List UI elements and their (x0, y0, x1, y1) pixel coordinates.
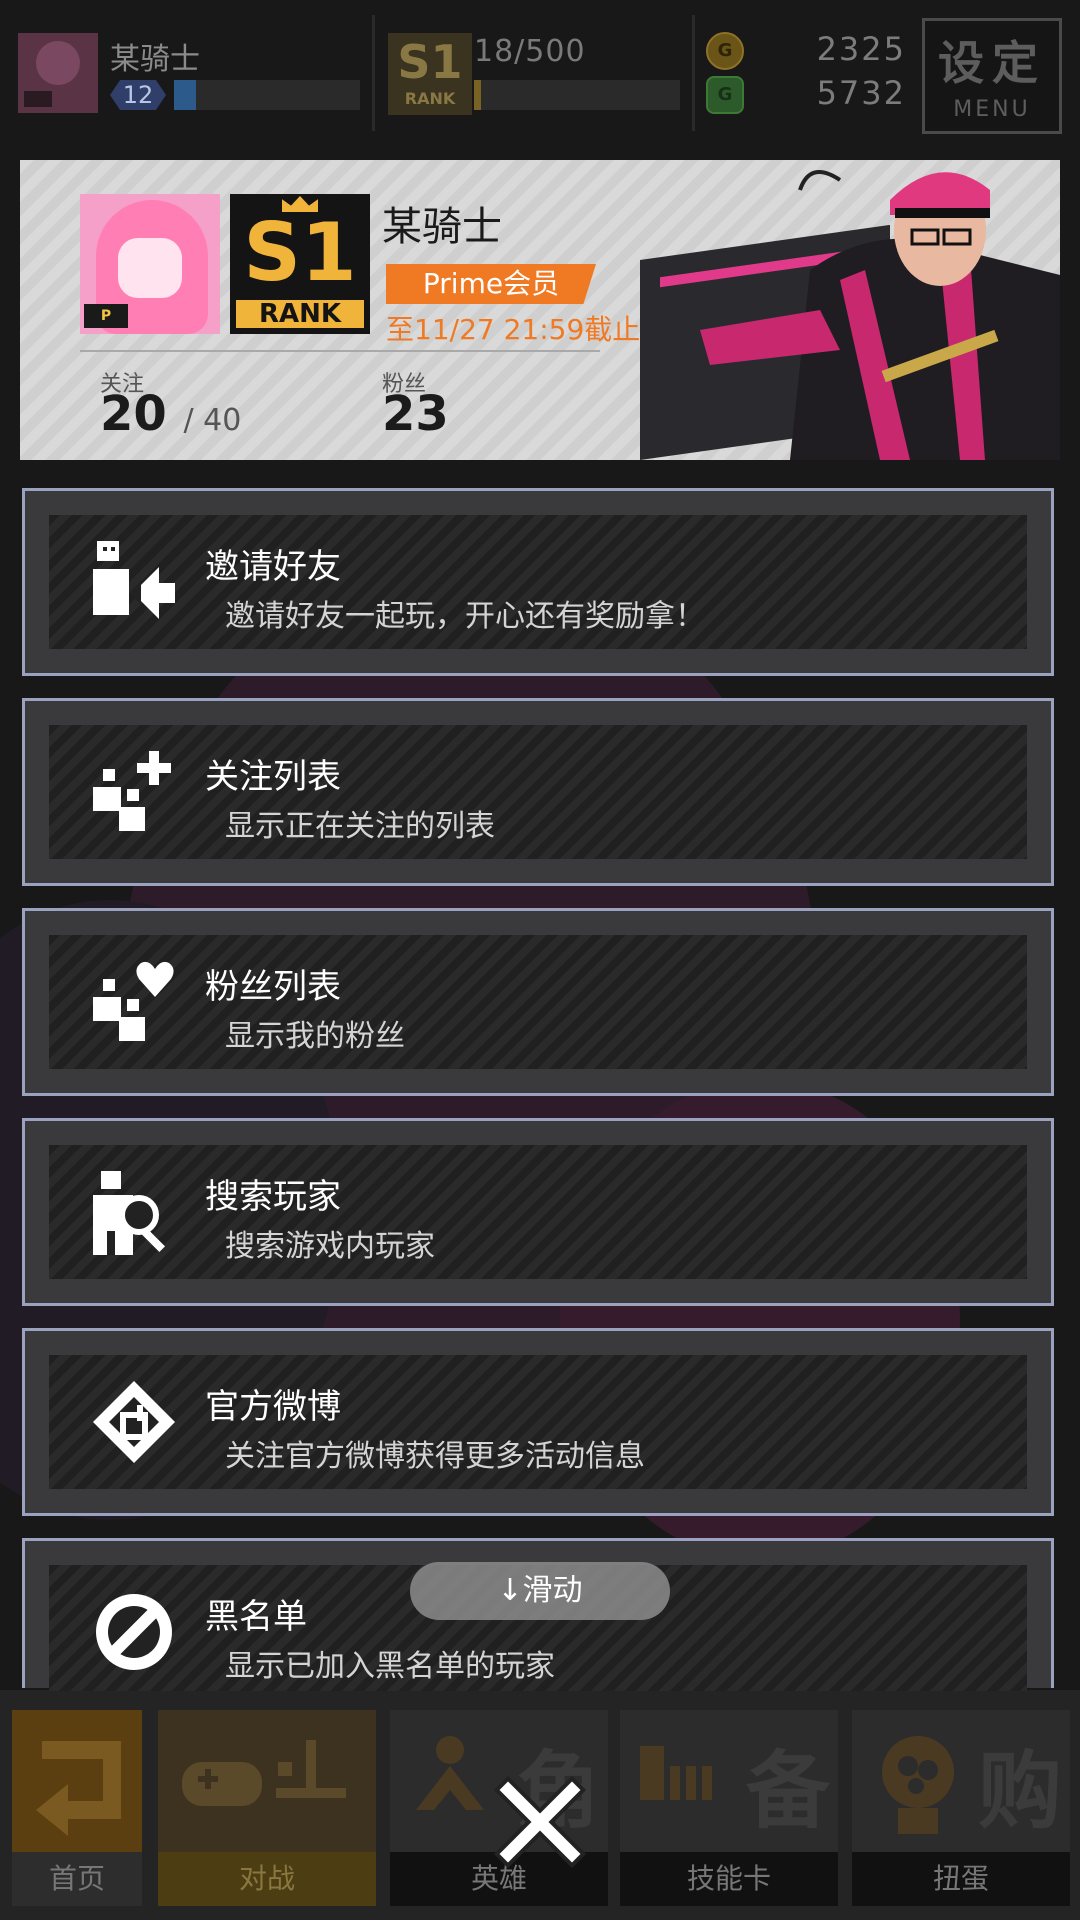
following-max: / 40 (183, 403, 242, 438)
gold-amount: 2325 (816, 30, 906, 68)
menu-title: 关注列表 (205, 757, 341, 797)
nav-home[interactable]: 首页 (12, 1710, 142, 1906)
menu-following-list[interactable]: 关注列表 显示正在关注的列表 (22, 698, 1054, 886)
nav-gacha-glyph: 购 (977, 1742, 1062, 1840)
profile-divider (80, 350, 600, 352)
nav-battle[interactable]: 对战 (158, 1710, 376, 1906)
exp-progress-fill (174, 80, 197, 110)
rank-badge-small: S1 RANK (388, 33, 472, 115)
menu-search-players[interactable]: 搜索玩家 搜索游戏内玩家 (22, 1118, 1054, 1306)
menu-item-panel: 粉丝列表 显示我的粉丝 (49, 935, 1027, 1069)
menu-title: 粉丝列表 (205, 967, 341, 1007)
nav-gacha[interactable]: 购 扭蛋 (852, 1710, 1070, 1906)
prime-member-badge: Prime会员 (386, 264, 596, 304)
back-arrow-icon (36, 1741, 121, 1836)
skill-card-icon (640, 1746, 712, 1800)
settings-menu-title: 设定 (938, 36, 1046, 90)
gem-amount: 5732 (816, 74, 906, 112)
rank-progress-fill (474, 80, 482, 110)
invite-friend-icon (93, 541, 175, 619)
rank-badge-number: S1 (397, 35, 463, 89)
fans-count: 23 (382, 386, 449, 442)
menu-title: 邀请好友 (205, 547, 341, 587)
settings-menu-button[interactable]: 设定 MENU (922, 18, 1062, 134)
menu-title: 黑名单 (205, 1597, 307, 1637)
player-avatar-small[interactable] (18, 33, 98, 113)
rank-progress-bar (474, 80, 680, 110)
rank-progress-text: 18/500 (474, 34, 586, 69)
menu-title: 官方微博 (205, 1387, 341, 1427)
blacklist-block-icon (96, 1594, 172, 1670)
rank-badge: S1 RANK (230, 194, 370, 334)
nav-skill-card[interactable]: 备 技能卡 (620, 1710, 838, 1906)
exp-progress-bar (174, 80, 360, 110)
rank-number: S1 (243, 206, 357, 299)
gem-icon: G (706, 76, 744, 114)
menu-fans-list[interactable]: 粉丝列表 显示我的粉丝 (22, 908, 1054, 1096)
menu-description: 邀请好友一起玩，开心还有奖励拿！ (225, 599, 705, 634)
nav-battle-art (158, 1710, 376, 1852)
nav-skill-card-art: 备 (620, 1710, 838, 1852)
divider (692, 15, 695, 131)
official-weibo-icon (93, 1381, 175, 1463)
profile-card: P S1 RANK 某骑士 Prime会员 至11/27 21:59截止 关注 … (20, 160, 1060, 460)
nav-gacha-label: 扭蛋 (852, 1852, 1070, 1906)
rank-badge-label: RANK (404, 89, 456, 108)
player-avatar[interactable]: P (80, 194, 220, 334)
top-status-bar: 某骑士 12 S1 RANK 18/500 G G 2325 5732 设定 M… (0, 0, 1080, 150)
following-count: 20 / 40 (100, 386, 241, 442)
nav-skill-card-glyph: 备 (745, 1742, 830, 1840)
hero-icon (416, 1736, 484, 1810)
menu-item-panel: 搜索玩家 搜索游戏内玩家 (49, 1145, 1027, 1279)
menu-description: 关注官方微博获得更多活动信息 (225, 1439, 645, 1474)
search-player-icon (93, 1171, 166, 1255)
membership-expiry: 至11/27 21:59截止 (386, 313, 641, 346)
menu-official-weibo[interactable]: 官方微博 关注官方微博获得更多活动信息 (22, 1328, 1054, 1516)
follow-add-icon (93, 751, 171, 831)
divider (372, 15, 375, 131)
menu-description: 显示已加入黑名单的玩家 (225, 1649, 555, 1684)
player-name: 某骑士 (382, 204, 502, 250)
menu-item-panel: 关注列表 显示正在关注的列表 (49, 725, 1027, 859)
gamepad-icon (182, 1740, 346, 1806)
nav-battle-label: 对战 (158, 1852, 376, 1906)
rank-label: RANK (236, 300, 364, 328)
scroll-hint: ↓滑动 (410, 1562, 670, 1620)
menu-item-panel: 邀请好友 邀请好友一起玩，开心还有奖励拿！ (49, 515, 1027, 649)
gacha-machine-icon (882, 1736, 954, 1834)
menu-title: 搜索玩家 (205, 1177, 341, 1217)
menu-description: 显示正在关注的列表 (225, 809, 495, 844)
nav-skill-card-label: 技能卡 (620, 1852, 838, 1906)
nav-gacha-art: 购 (852, 1710, 1070, 1852)
hero-character-art (640, 170, 1060, 460)
menu-description: 显示我的粉丝 (225, 1019, 405, 1054)
following-value: 20 (100, 386, 167, 442)
menu-item-panel: 官方微博 关注官方微博获得更多活动信息 (49, 1355, 1027, 1489)
fans-heart-icon (93, 961, 174, 1041)
close-icon[interactable] (494, 1776, 586, 1868)
gold-coin-icon: G (706, 32, 744, 70)
menu-invite-friends[interactable]: 邀请好友 邀请好友一起玩，开心还有奖励拿！ (22, 488, 1054, 676)
player-level-badge: 12 (110, 80, 166, 110)
nav-home-art (12, 1710, 142, 1852)
menu-description: 搜索游戏内玩家 (225, 1229, 435, 1264)
player-name-small: 某骑士 (110, 42, 200, 77)
avatar-face (118, 238, 182, 298)
avatar-tag: P (84, 304, 128, 328)
settings-menu-subtitle: MENU (953, 97, 1031, 122)
nav-home-label: 首页 (12, 1852, 142, 1906)
